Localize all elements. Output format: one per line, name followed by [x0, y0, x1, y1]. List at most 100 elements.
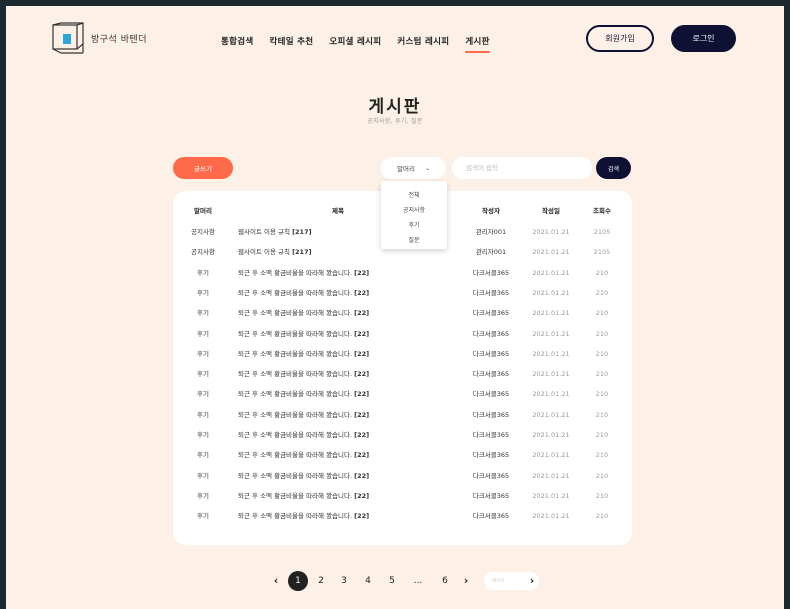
page-5[interactable]: 5 [382, 571, 402, 591]
table-row[interactable]: 후기 퇴근 후 소맥 황금비율을 따라해 봤습니다. [22] 다크서클365 202… [173, 445, 632, 465]
row-views: 210 [595, 370, 609, 379]
row-title-text: 퇴근 후 소맥 황금비율을 따라해 봤습니다. [238, 390, 353, 399]
row-comment-count: [22] [354, 491, 370, 500]
search-input[interactable] [452, 157, 592, 179]
row-comment-count: [22] [354, 309, 370, 318]
row-comment-count: [22] [354, 288, 370, 297]
logo-text: 방구석 바텐더 [91, 34, 148, 45]
nav-item-integrated-search[interactable]: 통합검색 [221, 35, 253, 47]
table-row[interactable]: 후기 퇴근 후 소맥 황금비율을 따라해 봤습니다. [22] 다크서클365 202… [173, 344, 632, 364]
table-row[interactable]: 후기 퇴근 후 소맥 황금비율을 따라해 봤습니다. [22] 다크서클365 202… [173, 283, 632, 303]
login-button[interactable]: 로그인 [671, 25, 736, 52]
category-select[interactable]: 말머리 ⌄ [381, 157, 446, 179]
row-title[interactable]: 퇴근 후 소맥 황금비율을 따라해 봤습니다. [22] [238, 466, 458, 486]
row-views: 210 [595, 491, 609, 500]
table-row[interactable]: 후기 퇴근 후 소맥 황금비율을 따라해 봤습니다. [22] 다크서클365 202… [173, 425, 632, 445]
row-views: 210 [595, 451, 609, 460]
table-row[interactable]: 후기 퇴근 후 소맥 황금비율을 따라해 봤습니다. [22] 다크서클365 202… [173, 303, 632, 323]
row-comment-count: [22] [354, 410, 370, 419]
nav-item-board[interactable]: 게시판 [465, 35, 491, 53]
page-3[interactable]: 3 [334, 571, 354, 591]
table-row[interactable]: 후기 퇴근 후 소맥 황금비율을 따라해 봤습니다. [22] 다크서클365 202… [173, 324, 632, 344]
row-category: 후기 [197, 390, 209, 399]
row-title[interactable]: 퇴근 후 소맥 황금비율을 따라해 봤습니다. [22] [238, 506, 458, 526]
row-category: 후기 [197, 288, 209, 297]
chevron-left-icon[interactable]: ‹ [266, 571, 286, 591]
row-title-text: 웹사이트 이용 규칙 [238, 228, 290, 236]
row-title[interactable]: 퇴근 후 소맥 황금비율을 따라해 봤습니다. [22] [238, 486, 458, 506]
row-comment-count: [22] [354, 329, 370, 338]
table-row[interactable]: 후기 퇴근 후 소맥 황금비율을 따라해 봤습니다. [22] 다크서클365 202… [173, 364, 632, 384]
row-comment-count: [22] [354, 431, 370, 439]
category-dropdown-menu: 전체 공지사항 후기 질문 [381, 181, 447, 249]
row-comment-count: [217] [292, 228, 312, 236]
row-title-text: 퇴근 후 소맥 황금비율을 따라해 봤습니다. [238, 309, 353, 318]
page-goto-chevron-right-icon[interactable]: › [522, 571, 542, 591]
search-button[interactable]: 검색 [596, 157, 631, 179]
row-views: 210 [595, 410, 609, 419]
row-category: 후기 [197, 431, 209, 439]
dropdown-option-all[interactable]: 전체 [381, 188, 447, 203]
table-row[interactable]: 후기 퇴근 후 소맥 황금비율을 따라해 봤습니다. [22] 다크서클365 202… [173, 405, 632, 425]
row-title[interactable]: 퇴근 후 소맥 황금비율을 따라해 봤습니다. [22] [238, 303, 458, 323]
nav-item-cocktail-recommend[interactable]: 칵테일 추천 [269, 35, 313, 47]
table-row[interactable]: 후기 퇴근 후 소맥 황금비율을 따라해 봤습니다. [22] 다크서클365 202… [173, 506, 632, 526]
row-title[interactable]: 퇴근 후 소맥 황금비율을 따라해 봤습니다. [22] [238, 263, 458, 283]
chevron-down-icon: ⌄ [424, 164, 430, 172]
row-views: 210 [595, 288, 609, 297]
signup-button[interactable]: 회원가입 [586, 25, 654, 52]
row-category: 후기 [197, 451, 209, 460]
dropdown-option-notice[interactable]: 공지사항 [381, 203, 447, 218]
row-title-text: 퇴근 후 소맥 황금비율을 따라해 봤습니다. [238, 491, 353, 500]
page: 방구석 바텐더 통합검색 칵테일 추천 오피셜 레시피 커스텀 레시피 게시판 … [6, 6, 784, 609]
row-views: 2105 [593, 248, 611, 257]
dropdown-option-question[interactable]: 질문 [381, 233, 447, 248]
page-1[interactable]: 1 [288, 571, 308, 591]
row-title-text: 퇴근 후 소맥 황금비율을 따라해 봤습니다. [238, 471, 353, 480]
row-comment-count: [22] [354, 268, 370, 277]
row-title[interactable]: 퇴근 후 소맥 황금비율을 따라해 봤습니다. [22] [238, 425, 458, 445]
row-title[interactable]: 퇴근 후 소맥 황금비율을 따라해 봤습니다. [22] [238, 283, 458, 303]
table-row[interactable]: 후기 퇴근 후 소맥 황금비율을 따라해 봤습니다. [22] 다크서클365 202… [173, 486, 632, 506]
table-row[interactable]: 후기 퇴근 후 소맥 황금비율을 따라해 봤습니다. [22] 다크서클365 202… [173, 384, 632, 404]
row-title[interactable]: 퇴근 후 소맥 황금비율을 따라해 봤습니다. [22] [238, 384, 458, 404]
dropdown-option-review[interactable]: 후기 [381, 218, 447, 233]
table-row[interactable]: 후기 퇴근 후 소맥 황금비율을 따라해 봤습니다. [22] 다크서클365 202… [173, 466, 632, 486]
row-views: 210 [595, 471, 609, 480]
row-title[interactable]: 퇴근 후 소맥 황금비율을 따라해 봤습니다. [22] [238, 324, 458, 344]
row-title-text: 퇴근 후 소맥 황금비율을 따라해 봤습니다. [238, 512, 353, 521]
page-2[interactable]: 2 [311, 571, 331, 591]
row-comment-count: [22] [354, 370, 370, 379]
row-views: 210 [595, 268, 609, 277]
row-title[interactable]: 퇴근 후 소맥 황금비율을 따라해 봤습니다. [22] [238, 445, 458, 465]
nav-item-official-recipe[interactable]: 오피셜 레시피 [329, 35, 381, 47]
logo[interactable]: 방구석 바텐더 [51, 22, 147, 54]
page-ellipsis: ... [413, 576, 423, 586]
write-button[interactable]: 글쓰기 [173, 157, 233, 179]
row-category: 후기 [197, 268, 209, 277]
nav-item-custom-recipe[interactable]: 커스텀 레시피 [397, 35, 449, 47]
row-title-text: 퇴근 후 소맥 황금비율을 따라해 봤습니다. [238, 329, 353, 338]
row-views: 210 [595, 512, 609, 521]
row-title-text: 웹사이트 이용 규칙 [238, 248, 290, 257]
category-select-value: 말머리 [397, 165, 415, 173]
row-title[interactable]: 퇴근 후 소맥 황금비율을 따라해 봤습니다. [22] [238, 405, 458, 425]
page-4[interactable]: 4 [358, 571, 378, 591]
row-title-text: 퇴근 후 소맥 황금비율을 따라해 봤습니다. [238, 370, 353, 379]
cocktail-glass-logo-icon [52, 22, 84, 54]
row-title[interactable]: 퇴근 후 소맥 황금비율을 따라해 봤습니다. [22] [238, 364, 458, 384]
row-title-text: 퇴근 후 소맥 황금비율을 따라해 봤습니다. [238, 268, 353, 277]
row-category: 공지사항 [191, 248, 215, 257]
table-row[interactable]: 후기 퇴근 후 소맥 황금비율을 따라해 봤습니다. [22] 다크서클365 202… [173, 263, 632, 283]
row-comment-count: [22] [354, 451, 370, 460]
row-title-text: 퇴근 후 소맥 황금비율을 따라해 봤습니다. [238, 451, 353, 460]
row-title[interactable]: 퇴근 후 소맥 황금비율을 따라해 봤습니다. [22] [238, 344, 458, 364]
row-category: 공지사항 [191, 228, 215, 236]
row-comment-count: [22] [354, 390, 370, 399]
row-views: 2105 [593, 228, 611, 236]
page-6[interactable]: 6 [435, 571, 455, 591]
row-views: 210 [595, 431, 609, 439]
chevron-right-icon[interactable]: › [456, 571, 476, 591]
row-category: 후기 [197, 410, 209, 419]
row-views: 210 [595, 390, 609, 399]
